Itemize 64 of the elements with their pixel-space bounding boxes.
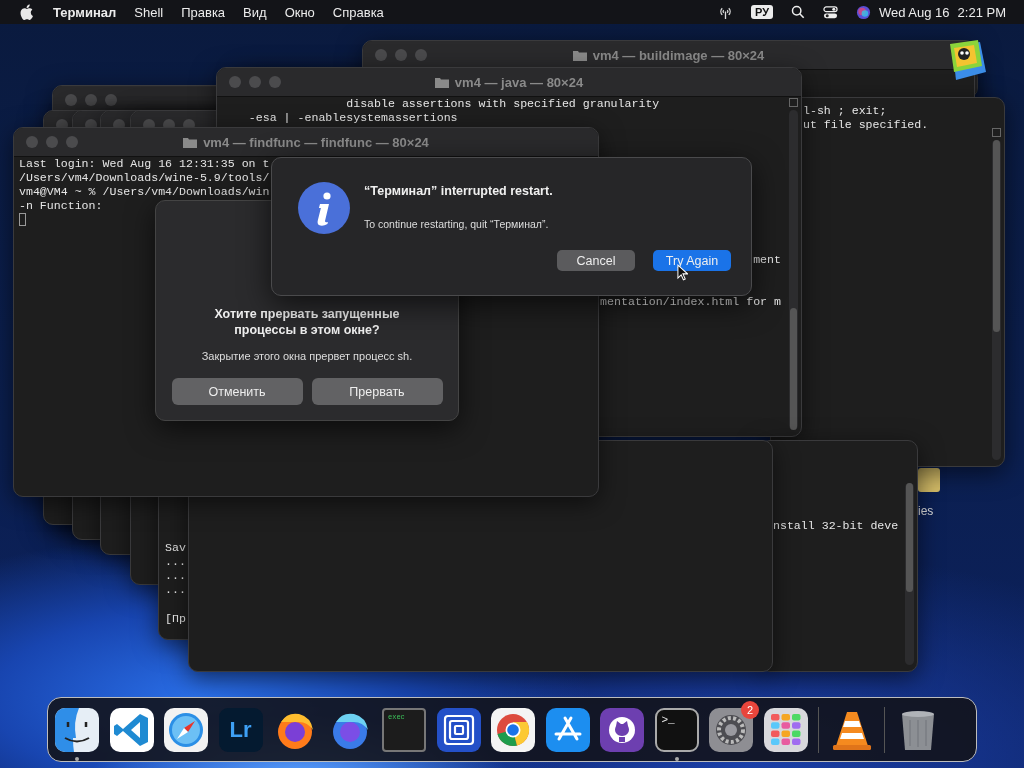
menu-bar-time[interactable]: 2:21 PM xyxy=(957,4,1006,20)
terminal-line: -esa | -enablesystemassertions xyxy=(247,111,458,125)
finder-icon[interactable] xyxy=(55,707,99,752)
terminal-line: l-sh ; exit; xyxy=(803,104,887,118)
menu-item[interactable]: Справка xyxy=(332,4,384,20)
terminal-line: /Users/vm4/Downloads/wine-5.9/tools/ xyxy=(19,171,270,185)
cat-logo-icon[interactable] xyxy=(600,707,644,752)
sheet-button[interactable]: Отменить xyxy=(171,378,303,405)
window-title: vm4 — buildimage — 80×24 xyxy=(592,47,765,63)
terminal-line: ut file specified. xyxy=(803,118,929,132)
sheet-message: Закрытие этого окна прервет процесс sh. xyxy=(201,350,413,362)
desktop-file-label[interactable]: ies xyxy=(918,504,934,518)
concentric-squares-icon[interactable] xyxy=(436,707,481,752)
sheet-button[interactable]: Прервать xyxy=(311,378,443,405)
terminal-line: nstall 32-bit deve xyxy=(773,519,899,533)
terminal-line: ... xyxy=(165,583,186,597)
terminal-line: [Пр xyxy=(165,611,186,626)
menu-bar-date[interactable]: Wed Aug 16 xyxy=(879,4,950,20)
notification-badge: 2 xyxy=(741,700,759,719)
scroll-bar[interactable] xyxy=(992,140,1001,460)
scroll-bar[interactable] xyxy=(789,110,798,430)
desktop-app-icon[interactable] xyxy=(948,40,988,82)
alert-message: To continue restarting, quit “Терминал”. xyxy=(364,218,550,230)
alert-title: “Терминал” interrupted restart. xyxy=(364,184,554,198)
split-pane-icon[interactable] xyxy=(789,98,798,107)
search-icon[interactable] xyxy=(791,5,805,19)
window-title: vm4 — findfunc — findfunc — 80×24 xyxy=(203,134,429,150)
compass-icon[interactable] xyxy=(164,707,208,752)
terminal-line: ment xyxy=(753,253,781,267)
apple-logo-icon[interactable] xyxy=(20,4,33,20)
terminal-line: vm4@VM4 ~ % /Users/vm4/Downloads/win xyxy=(19,185,270,199)
terminal-line: ... xyxy=(165,555,186,569)
siri-icon[interactable] xyxy=(856,4,871,20)
lightroom-icon[interactable]: Lr xyxy=(218,707,263,752)
sheet-title: Хотите прервать запущенные процессы в этом окне? xyxy=(213,306,401,338)
terminal-line: mentation/index.html for m xyxy=(600,294,781,309)
desktop-folder-icon[interactable] xyxy=(918,468,940,492)
menu-item[interactable]: Окно xyxy=(284,4,315,20)
terminal-line: -n Function: xyxy=(19,199,103,213)
app-grid-icon[interactable] xyxy=(763,707,808,752)
folder-icon xyxy=(183,136,198,148)
terminal-line: Last login: Wed Aug 16 12:31:35 on t xyxy=(19,157,270,171)
browser-icon[interactable] xyxy=(491,707,535,752)
control-center-icon[interactable] xyxy=(823,4,838,20)
info-icon xyxy=(298,182,350,234)
folder-icon xyxy=(572,49,587,61)
app-store-icon[interactable] xyxy=(545,707,590,752)
menu-item[interactable]: Вид xyxy=(243,4,267,20)
terminal-icon[interactable]: >_ xyxy=(654,707,699,752)
scroll-bar[interactable] xyxy=(905,483,914,665)
split-pane-icon[interactable] xyxy=(992,128,1001,137)
menu-item[interactable]: Правка xyxy=(181,4,226,20)
folder-icon xyxy=(434,76,449,88)
terminal-line: ... xyxy=(165,569,186,583)
cancel-button[interactable]: Cancel xyxy=(557,250,635,271)
code-editor-icon[interactable] xyxy=(109,707,154,752)
terminal-line: disable assertions with specified granularity xyxy=(345,97,660,111)
settings-icon[interactable] xyxy=(709,707,753,752)
terminal-line: Sav xyxy=(165,541,186,555)
app-menu[interactable]: Терминал xyxy=(53,4,117,20)
window-title: vm4 — java — 80×24 xyxy=(454,74,584,90)
menu-item[interactable]: Shell xyxy=(134,4,164,20)
input-source-indicator[interactable]: РУ xyxy=(750,5,773,19)
try-again-button[interactable]: Try Again xyxy=(653,250,731,271)
